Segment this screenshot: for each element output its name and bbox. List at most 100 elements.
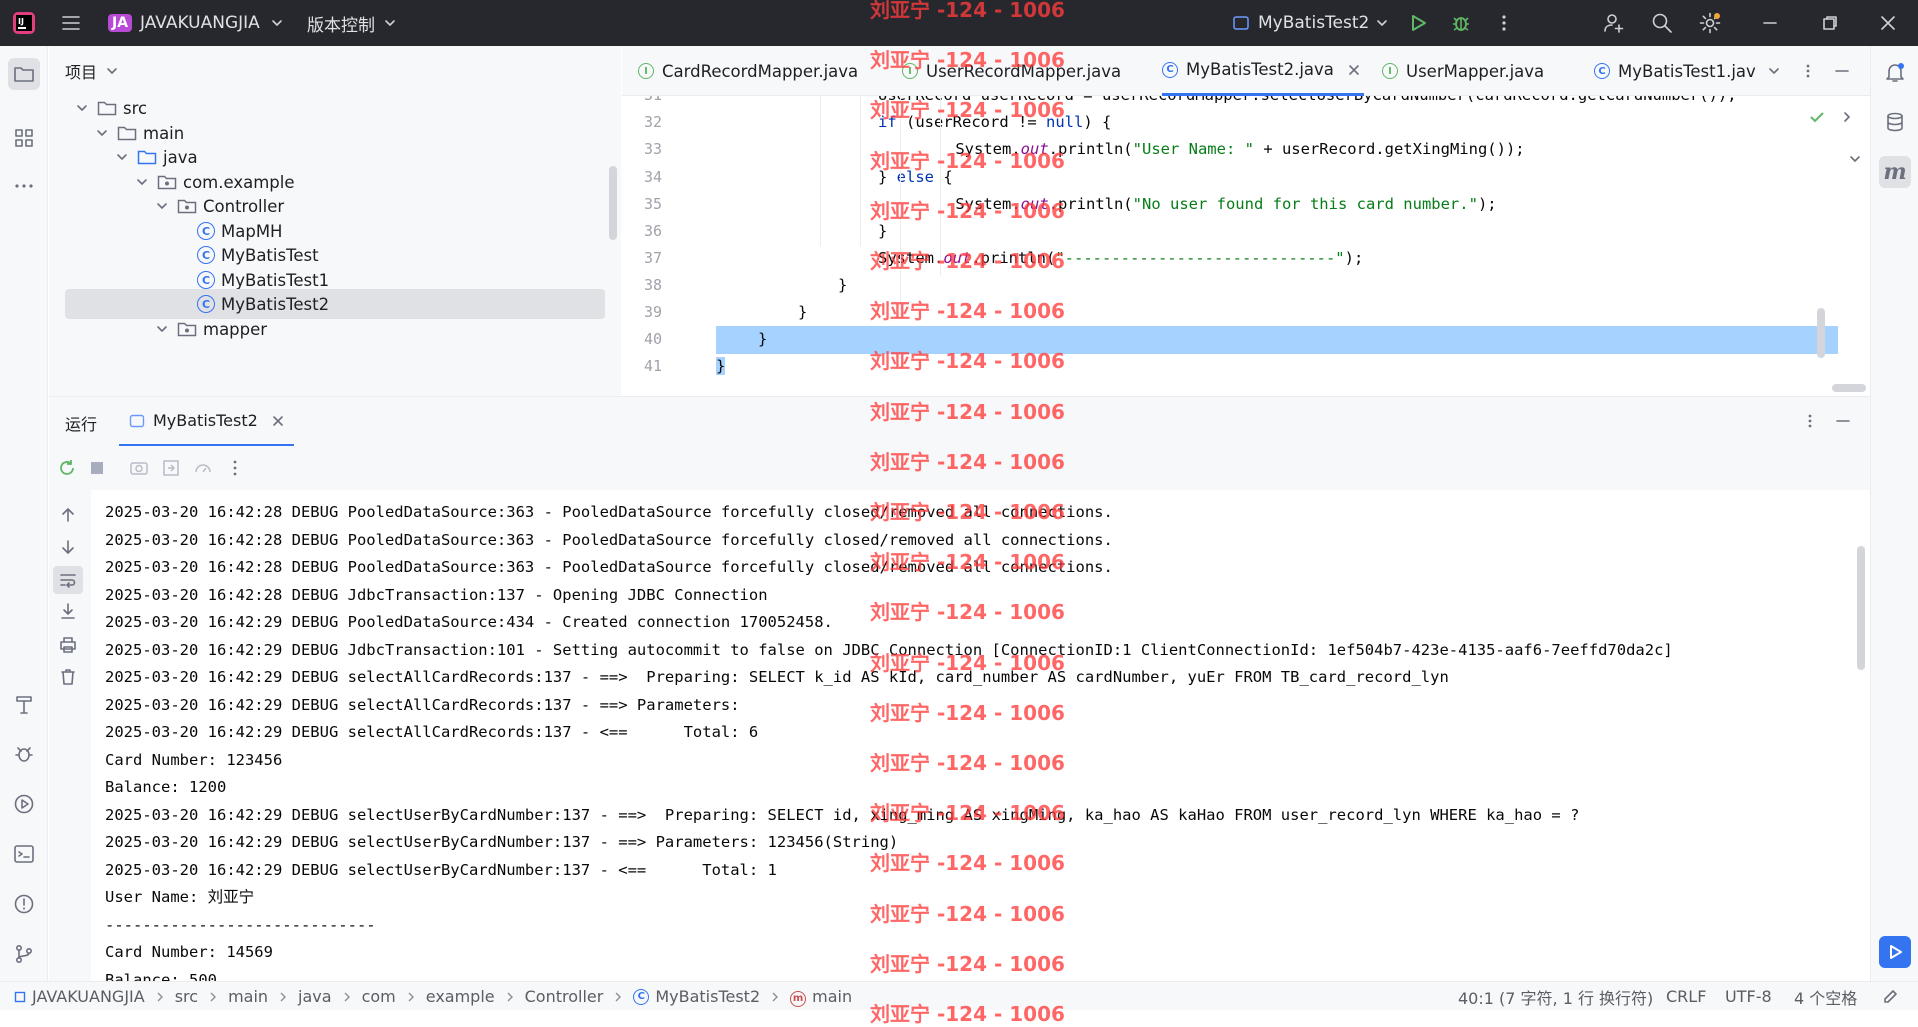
run-more-icon[interactable] [1802, 413, 1818, 429]
code-line[interactable]: System.out.println("User Name: " + userR… [712, 136, 1524, 164]
code-line[interactable]: } else { [712, 164, 953, 192]
breadcrumb-separator-icon [603, 991, 633, 1003]
module-icon [14, 991, 32, 1003]
soft-wrap-icon[interactable] [53, 566, 83, 594]
breadcrumb-item[interactable]: java [298, 987, 332, 1006]
console-scrollbar[interactable] [1857, 546, 1865, 670]
code-line[interactable]: System.out.println("No user found for th… [712, 191, 1496, 219]
close-window-icon[interactable] [1880, 0, 1896, 46]
run-toolbar-more-icon[interactable] [227, 458, 243, 478]
inspection-ok-check-icon[interactable] [1808, 108, 1826, 126]
read-write-lock-icon[interactable] [1882, 982, 1898, 1011]
git-branch-icon[interactable] [8, 938, 40, 970]
expand-right-chevron-icon[interactable] [1840, 110, 1854, 124]
code-line[interactable]: } [716, 326, 1838, 354]
settings-gear-icon[interactable] [1698, 0, 1722, 46]
editor-tab-label: CardRecordMapper.java [662, 61, 859, 81]
caret-position[interactable]: 40:1 (7 字符, 1 行 换行符) [1458, 982, 1653, 1011]
project-panel-header[interactable]: 项目 [49, 46, 621, 96]
close-tab-icon[interactable] [1334, 64, 1360, 76]
profile-gauge-icon[interactable] [193, 458, 213, 478]
problems-icon[interactable] [8, 888, 40, 920]
editor-horizontal-scrollbar[interactable] [1832, 384, 1866, 392]
search-icon[interactable] [1650, 0, 1674, 46]
minimize-window-icon[interactable] [1762, 0, 1778, 46]
code-line[interactable]: } [712, 272, 847, 300]
editor-tab-mybatistest2-java[interactable]: C MyBatisTest2.java [1162, 46, 1364, 96]
arrow-down-icon[interactable] [59, 538, 77, 556]
tree-item-label: com.example [183, 172, 295, 192]
camera-icon[interactable] [129, 458, 149, 478]
scroll-to-end-icon[interactable] [59, 602, 77, 620]
more-tools-icon[interactable] [8, 170, 40, 202]
structure-tool-icon[interactable] [8, 122, 40, 154]
breadcrumb-item[interactable]: main [228, 987, 268, 1006]
editor-tab-mybatistest1-jav[interactable]: C MyBatisTest1.jav [1594, 46, 1756, 96]
breadcrumb-item[interactable]: main [812, 987, 852, 1006]
services-run-icon[interactable] [8, 788, 40, 820]
debug-button[interactable] [1450, 0, 1472, 46]
hide-run-panel-icon[interactable] [1835, 413, 1851, 429]
debug-bug-icon[interactable] [8, 738, 40, 770]
hide-editor-icon[interactable] [1834, 46, 1850, 96]
code-line[interactable]: if (userRecord != null) { [712, 109, 1111, 137]
close-tab-icon[interactable] [272, 415, 284, 427]
line-number: 37 [643, 249, 662, 267]
breadcrumb-item[interactable]: JAVAKUANGJIA [32, 987, 145, 1006]
restore-window-icon[interactable] [1822, 0, 1838, 46]
tree-item-label: MyBatisTest2 [221, 294, 330, 314]
line-ending[interactable]: CRLF [1666, 982, 1706, 1011]
collapse-chevron-icon[interactable] [1848, 152, 1862, 166]
editor-tab-cardrecordmapper-java[interactable]: I CardRecordMapper.java [638, 46, 858, 96]
breadcrumb-item[interactable]: Controller [525, 987, 604, 1006]
tree-item-mapper[interactable]: mapper [49, 314, 589, 344]
console-output[interactable]: 2025-03-20 16:42:28 DEBUG PooledDataSour… [91, 490, 1870, 981]
breadcrumb-item[interactable]: MyBatisTest2 [655, 987, 760, 1006]
editor-more-icon[interactable] [1800, 46, 1816, 96]
add-user-icon[interactable] [1602, 0, 1626, 46]
code-editor[interactable]: 31 32 33 34 35 36 37 38 39 40 41 UserRecord userRe… [622, 96, 1870, 396]
line-number: 31 [622, 96, 662, 109]
project-name: JAVAKUANGJIA [140, 13, 260, 33]
breadcrumb-item[interactable]: src [175, 987, 198, 1006]
main-menu-icon[interactable] [60, 0, 82, 46]
tree-scrollbar[interactable] [609, 166, 617, 240]
clear-trash-icon[interactable] [59, 668, 77, 686]
file-encoding[interactable]: UTF-8 [1725, 982, 1772, 1011]
console-line: User Name: 刘亚宁 [105, 888, 255, 906]
app-logo-icon[interactable]: IJ [12, 0, 36, 46]
class-icon: C [1162, 61, 1178, 78]
arrow-up-icon[interactable] [59, 506, 77, 524]
tree-item-label: MyBatisTest1 [221, 270, 330, 290]
editor-tab-userrecordmapper-java[interactable]: I UserRecordMapper.java [902, 46, 1121, 96]
run-tab[interactable]: MyBatisTest2 [119, 397, 294, 447]
more-actions-icon[interactable] [1494, 0, 1514, 46]
code-line[interactable]: UserRecord userRecord = userRecordMapper… [712, 96, 1737, 110]
maven-m-icon[interactable]: m [1879, 156, 1911, 188]
restore-layout-icon[interactable] [161, 458, 181, 478]
code-line[interactable]: } [712, 299, 807, 327]
print-icon[interactable] [59, 636, 77, 654]
ai-assistant-play-icon[interactable] [1879, 936, 1911, 968]
terminal-icon[interactable] [8, 838, 40, 870]
vcs-menu[interactable]: 版本控制 [307, 0, 397, 46]
database-icon[interactable] [1879, 106, 1911, 138]
run-toolbar [49, 446, 1870, 490]
project-tool-folder-icon[interactable] [8, 58, 40, 90]
stop-icon[interactable] [89, 460, 105, 476]
build-hammer-icon[interactable] [8, 688, 40, 720]
code-line[interactable]: System.out.println("--------------------… [712, 245, 1363, 273]
indent-setting[interactable]: 4 个空格 [1794, 982, 1857, 1011]
project-switcher[interactable]: JA JAVAKUANGJIA [108, 0, 284, 46]
run-config-selector[interactable]: MyBatisTest2 [1232, 0, 1389, 46]
tabs-dropdown-chevron-icon[interactable] [1767, 46, 1781, 96]
run-button[interactable] [1408, 0, 1428, 46]
editor-scrollbar[interactable] [1817, 308, 1825, 358]
code-line[interactable]: } [712, 218, 887, 246]
breadcrumb-item[interactable]: com [362, 987, 396, 1006]
notifications-bell-icon[interactable] [1879, 56, 1911, 88]
code-line[interactable]: } [716, 353, 726, 381]
editor-tab-usermapper-java[interactable]: I UserMapper.java [1382, 46, 1544, 96]
rerun-icon[interactable] [57, 458, 77, 478]
breadcrumb-item[interactable]: example [426, 987, 495, 1006]
